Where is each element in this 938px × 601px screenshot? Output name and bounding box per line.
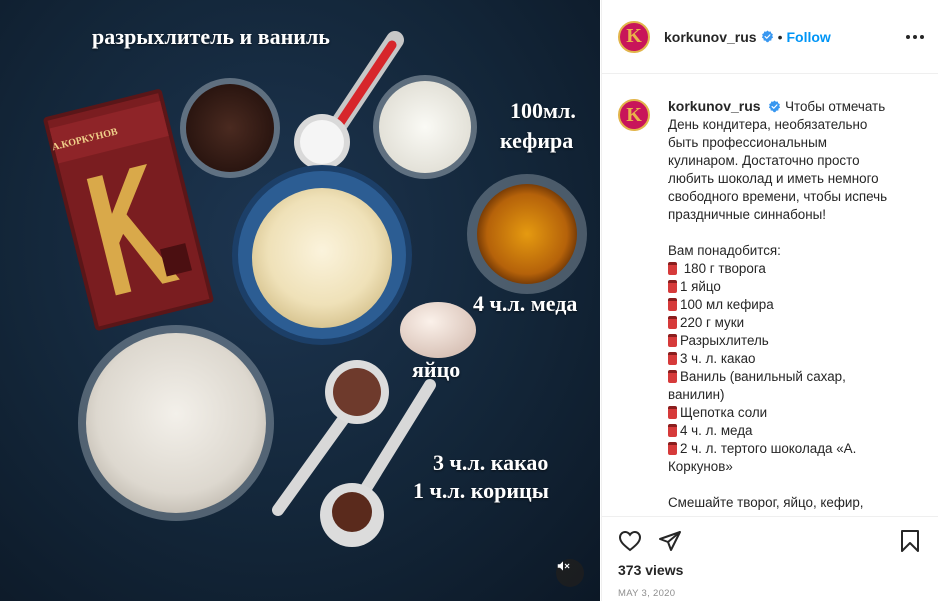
view-count[interactable]: 373 views [618,562,922,578]
jar-emoji-icon [668,334,677,347]
caption-intro-line: День кондитера, необязательно [668,117,868,132]
caption-username-line: korkunov_rus Чтобы отмечать [668,98,886,114]
ingredients-title: Вам понадобится: [668,243,781,258]
ingredient-text: 100 мл кефира [680,297,774,312]
overlay-cocoa-label: 3 ч.л. какао [433,450,549,475]
jar-emoji-icon [668,424,677,437]
post-media[interactable]: А.КОРКУНОВ разрыхлитель и ваниль 100мл. … [0,0,600,601]
ingredient-text: Коркунов» [668,459,733,474]
ingredient-item: 100 мл кефира [668,296,898,314]
post-actions: 373 views MAY 3, 2020 [602,516,938,601]
verified-badge-icon [761,30,773,43]
post-header: K korkunov_rus • Follow [602,0,938,74]
ingredient-item: 2 ч. л. тертого шоколада «А. [668,440,898,458]
caption-username[interactable]: korkunov_rus [668,98,761,114]
post-date[interactable]: MAY 3, 2020 [618,588,922,599]
caption-intro-line: Чтобы отмечать [785,99,886,114]
like-button[interactable] [618,529,642,553]
speaker-muted-icon [557,561,570,571]
ingredient-item: Щепотка соли [668,404,898,422]
ingredient-item: Ваниль (ванильный сахар, [668,368,898,386]
separator-dot: • [777,28,783,45]
jar-emoji-icon [668,370,677,383]
overlay-kefir-label: кефира [500,128,574,153]
ingredient-item: ванилин) [668,386,898,404]
caption-intro-line: праздничные синнабоны! [668,207,826,222]
more-options-icon[interactable] [906,34,924,39]
jar-emoji-icon [668,442,677,455]
caption-text: korkunov_rus Чтобы отмечать День кондите… [668,97,898,515]
overlay-leavening-label: разрыхлитель и ваниль [92,24,330,49]
ingredient-text: 220 г муки [680,315,745,330]
ingredient-list: 180 г творога 1 яйцо 100 мл кефира 220 г му… [668,260,898,476]
overlay-egg-label: яйцо [412,357,461,382]
ingredient-item: Коркунов» [668,458,898,476]
caption-intro-line: кулинаром. Достаточно просто [668,153,860,168]
overlay-honey-label: 4 ч.л. меда [473,291,578,316]
jar-emoji-icon [668,280,677,293]
ingredient-text: Ваниль (ванильный сахар, [680,369,846,384]
overlay-cinnamon-label: 1 ч.л. корицы [413,478,549,503]
share-icon [659,531,681,551]
bookmark-icon [901,530,919,552]
caption-section: K korkunov_rus Чтобы отмечать День конди… [602,75,938,515]
caption-avatar[interactable]: K [618,99,650,131]
egg [400,302,476,358]
overlay-kefir-amount: 100мл. [510,98,576,123]
save-button[interactable] [898,529,922,553]
heart-icon [618,530,642,552]
post-side-panel: K korkunov_rus • Follow K korkunov_rus Ч… [601,0,938,601]
jar-emoji-icon [668,262,677,275]
caption-intro-line: быть профессиональным [668,135,827,150]
jar-emoji-icon [668,352,677,365]
mute-button[interactable] [556,559,584,587]
ingredient-text: Щепотка соли [680,405,768,420]
verified-badge-icon [769,100,781,113]
caption-intro-line: свободного времени, чтобы испечь [668,189,888,204]
ingredient-text: 3 ч. л. какао [680,351,756,366]
header-username[interactable]: korkunov_rus [664,29,757,45]
ingredient-text: ванилин) [668,387,725,402]
method-text: Смешайте творог, яйцо, кефир, [668,495,864,510]
jar-emoji-icon [668,406,677,419]
ingredient-text: 1 яйцо [680,279,721,294]
caption-intro-line: любить шоколад и иметь немного [668,171,879,186]
follow-button[interactable]: Follow [787,29,831,45]
jar-emoji-icon [668,316,677,329]
ingredient-item: 3 ч. л. какао [668,350,898,368]
ingredient-text: 4 ч. л. меда [680,423,753,438]
ingredient-item: 220 г муки [668,314,898,332]
jar-emoji-icon [668,298,677,311]
ingredient-text: Разрыхлитель [680,333,769,348]
ingredient-text: 2 ч. л. тертого шоколада «А. [680,441,857,456]
ingredient-item: 4 ч. л. меда [668,422,898,440]
ingredient-item: Разрыхлитель [668,332,898,350]
ingredient-item: 1 яйцо [668,278,898,296]
avatar[interactable]: K [618,20,650,53]
ingredient-item: 180 г творога [668,260,898,278]
share-button[interactable] [658,529,682,553]
ingredient-text: 180 г творога [680,261,766,276]
